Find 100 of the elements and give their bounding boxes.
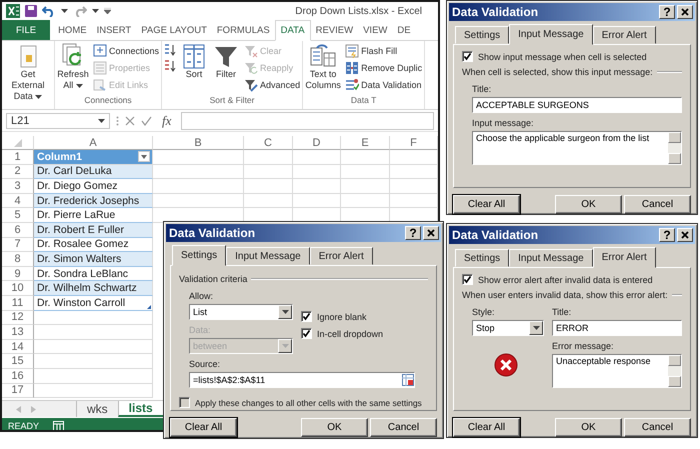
dialog-button[interactable]: OK	[301, 418, 368, 437]
column-header[interactable]: A	[34, 136, 153, 150]
column-header[interactable]: E	[341, 136, 390, 150]
column-header[interactable]: F	[390, 136, 438, 150]
row-header[interactable]: 4	[2, 194, 34, 208]
dialog-button[interactable]: OK	[555, 195, 622, 214]
checkbox-label: In-cell dropdown	[317, 328, 384, 338]
ribbon-button[interactable]: Remove Duplic	[344, 60, 424, 75]
column-header[interactable]: C	[244, 136, 293, 150]
close-button[interactable]	[677, 228, 693, 242]
row-header[interactable]: 5	[2, 208, 34, 223]
dialog-button[interactable]: Cancel	[624, 195, 691, 214]
input-field[interactable]: =lists!$A$2:$A$11	[189, 372, 415, 388]
dialog-tab[interactable]: Settings	[455, 249, 510, 267]
dialog-tab[interactable]: Error Alert	[592, 26, 656, 44]
ribbon-tab[interactable]: DATA	[274, 20, 311, 41]
ribbon-button[interactable]: Sort	[179, 43, 210, 80]
range-select-icon[interactable]	[402, 374, 414, 386]
dialog-button[interactable]: Cancel	[624, 418, 691, 437]
checkbox[interactable]	[462, 274, 473, 285]
ribbon-button[interactable]: Flash Fill	[344, 43, 424, 58]
drag-handle-icon[interactable]	[116, 116, 119, 126]
row-header[interactable]: 14	[2, 340, 34, 354]
row-header[interactable]: 16	[2, 368, 34, 384]
ribbon-tab[interactable]: FORMULAS	[212, 20, 275, 40]
row-header[interactable]: 7	[2, 238, 34, 252]
ribbon-button[interactable]: Get External Data	[3, 43, 53, 102]
row-header[interactable]: 9	[2, 266, 34, 282]
dialog-button[interactable]: Clear All	[453, 195, 520, 214]
help-button[interactable]: ?	[659, 5, 675, 19]
field-label: Allow:	[189, 291, 214, 301]
row-header[interactable]: 1	[2, 150, 34, 165]
dropdown[interactable]: List	[189, 304, 293, 320]
ribbon-button[interactable]: Connections	[92, 43, 160, 58]
ribbon-button[interactable]: Filter	[211, 43, 242, 80]
row-header[interactable]: 3	[2, 179, 34, 194]
ribbon-button[interactable]: Advanced	[243, 77, 302, 92]
filter-dropdown-button[interactable]	[138, 151, 150, 162]
row-header[interactable]: 8	[2, 252, 34, 267]
check-icon[interactable]	[141, 116, 152, 126]
resize-handle-icon[interactable]	[147, 304, 151, 309]
help-button[interactable]: ?	[405, 226, 421, 240]
dialog-tab[interactable]: Error Alert	[592, 247, 656, 268]
dialog-button[interactable]: Cancel	[370, 418, 437, 437]
ribbon-tab[interactable]: REVIEW	[310, 20, 358, 40]
dialog-tab[interactable]: Input Message	[509, 249, 593, 267]
ribbon-button[interactable]: Refresh All	[56, 43, 90, 91]
ribbon-tab[interactable]: DE	[392, 20, 416, 40]
caret-icon[interactable]	[61, 9, 68, 13]
funnel-refresh-icon	[244, 60, 258, 74]
save-icon[interactable]	[25, 5, 37, 17]
sort-descending-icon[interactable]	[163, 59, 178, 73]
scrollbar[interactable]	[668, 355, 681, 387]
checkbox[interactable]	[301, 328, 312, 339]
dropdown[interactable]: Stop	[472, 320, 544, 336]
row-header[interactable]: 10	[2, 281, 34, 296]
sheet-tab[interactable]: lists	[118, 401, 163, 418]
input-field[interactable]: ACCEPTABLE SURGEONS	[472, 97, 682, 113]
row-header[interactable]: 6	[2, 222, 34, 238]
macro-record-icon[interactable]	[53, 421, 64, 430]
dialog-button[interactable]: OK	[555, 418, 622, 437]
table-cell: Dr. Frederick Josephs	[34, 194, 153, 208]
ribbon-tab[interactable]: PAGE LAYOUT	[136, 20, 212, 40]
row-header[interactable]: 15	[2, 354, 34, 369]
name-box[interactable]: L21	[6, 112, 110, 128]
column-header[interactable]: D	[293, 136, 341, 150]
cancel-icon[interactable]	[125, 116, 135, 126]
row-header[interactable]: 13	[2, 325, 34, 340]
dialog-tab[interactable]: Error Alert	[310, 247, 373, 265]
message-field[interactable]: Unacceptable response	[552, 354, 682, 388]
scrollbar[interactable]	[668, 132, 681, 164]
file-tab[interactable]: FILE	[2, 20, 50, 40]
caret-icon[interactable]	[92, 9, 99, 13]
dialog-tab[interactable]: Input Message	[509, 24, 593, 45]
undo-icon[interactable]	[42, 5, 56, 17]
close-button[interactable]	[423, 226, 439, 240]
row-header[interactable]: 12	[2, 310, 34, 326]
sort-ascending-icon[interactable]	[163, 43, 178, 57]
checkbox[interactable]	[301, 311, 312, 322]
insert-function-button[interactable]: fx	[158, 112, 176, 128]
customize-icon[interactable]	[104, 8, 111, 14]
ribbon-tab[interactable]: VIEW	[358, 20, 392, 40]
ribbon-tab[interactable]: HOME	[53, 20, 92, 40]
help-button[interactable]: ?	[659, 228, 675, 242]
row-header[interactable]: 2	[2, 164, 34, 180]
message-field[interactable]: Choose the applicable surgeon from the list	[472, 131, 682, 165]
row-header[interactable]: 17	[2, 384, 34, 398]
column-header[interactable]: B	[153, 136, 244, 150]
close-button[interactable]	[677, 5, 693, 19]
dialog-button[interactable]: Clear All	[453, 418, 520, 437]
dialog-tab[interactable]: Settings	[172, 245, 226, 266]
input-field[interactable]: ERROR	[552, 320, 682, 336]
ribbon-tab[interactable]: INSERT	[92, 20, 136, 40]
formula-field[interactable]	[181, 112, 434, 130]
checkbox[interactable]	[462, 51, 473, 62]
row-header[interactable]: 11	[2, 296, 34, 311]
ribbon-button[interactable]: Data Validation	[344, 77, 424, 92]
dialog-tab[interactable]: Input Message	[226, 247, 310, 265]
ribbon-button[interactable]: Text to Columns	[304, 43, 342, 91]
dialog-button[interactable]: Clear All	[170, 418, 237, 437]
